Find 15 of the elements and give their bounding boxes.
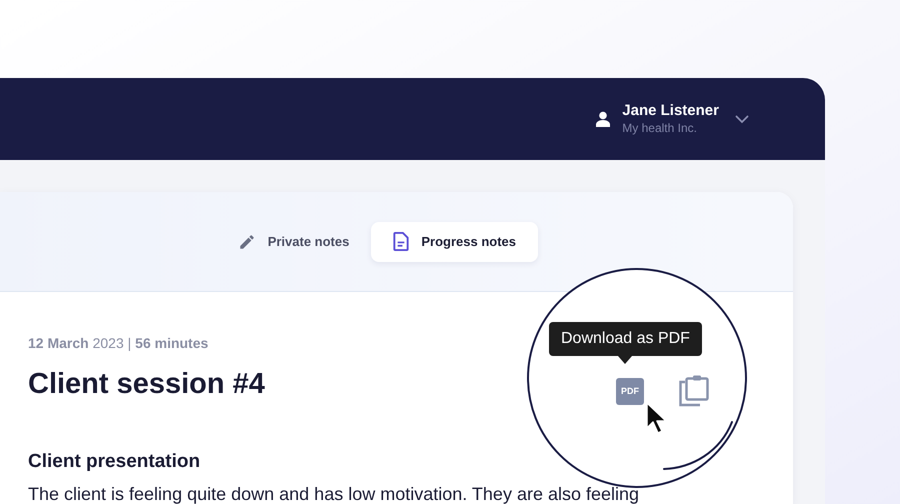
tooltip-pointer-icon	[618, 356, 632, 364]
session-meta: 12 March 2023 | 56 minutes	[28, 334, 208, 352]
swoosh-drawing	[662, 420, 734, 472]
notes-tab[interactable]: Progress notes	[371, 222, 538, 262]
section-heading: Client presentation	[28, 450, 200, 474]
document-icon	[393, 232, 410, 251]
session-title: Client session #4	[28, 367, 265, 402]
organization-name: My health Inc.	[622, 120, 698, 136]
notes-tab[interactable]: Private notes	[226, 222, 362, 262]
user-icon	[596, 111, 610, 127]
pencil-icon	[238, 232, 256, 250]
chevron-down-icon[interactable]	[735, 114, 749, 124]
user-name: Jane Listener	[622, 102, 719, 120]
section-text: The client is feeling quite down and has low motivation. They are also feeling	[28, 483, 640, 504]
tooltip: Download as PDF	[549, 322, 702, 356]
